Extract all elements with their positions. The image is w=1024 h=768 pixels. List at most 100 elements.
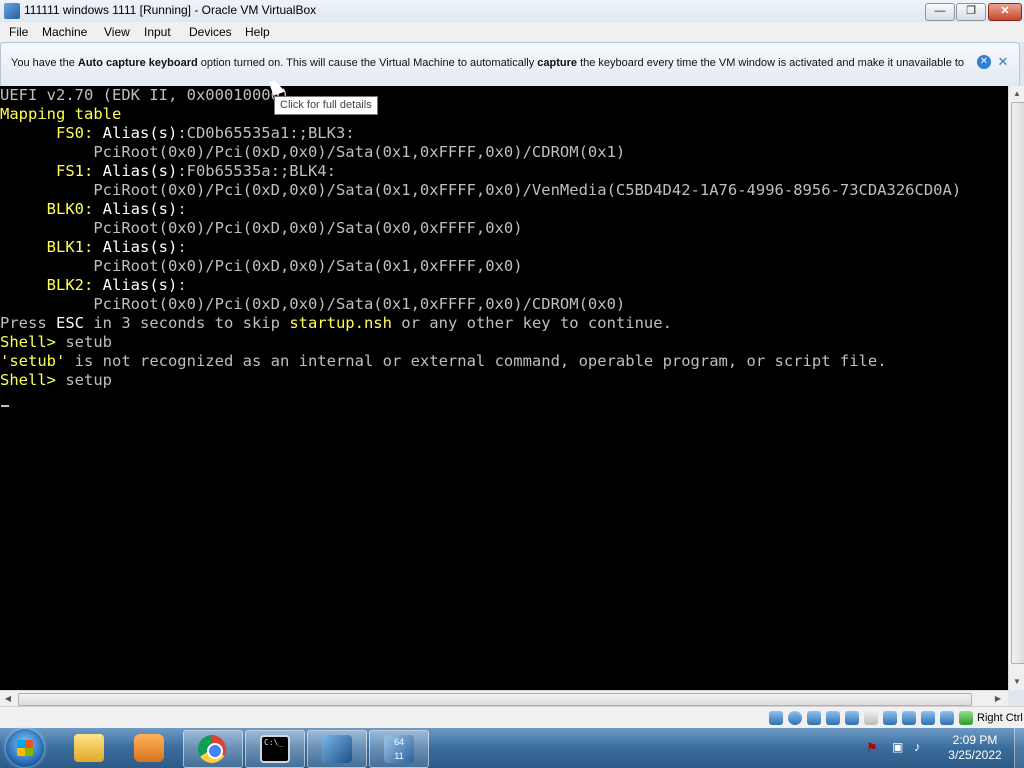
clock-date: 3/25/2022 <box>948 748 1002 762</box>
console-line: UEFI v2.70 (EDK II, 0x00010000) <box>0 86 289 105</box>
network-tray-icon[interactable]: ▣ <box>892 740 908 756</box>
shared-folders-icon[interactable] <box>864 711 878 725</box>
notification-banner[interactable]: You have the Auto capture keyboard optio… <box>0 42 1020 88</box>
menu-machine[interactable]: Machine <box>42 25 87 39</box>
virtualbox-icon <box>322 735 352 763</box>
horizontal-scrollbar[interactable]: ◀ ▶ <box>0 690 1008 707</box>
windows-logo-icon <box>17 740 33 756</box>
menu-help[interactable]: Help <box>245 25 270 39</box>
host-key-label: Right Ctrl <box>977 712 1023 724</box>
console-text: Alias(s) <box>102 124 178 142</box>
taskbar-chrome[interactable] <box>183 730 243 768</box>
audio-icon[interactable] <box>807 711 821 725</box>
console-line: PciRoot(0x0)/Pci(0xD,0x0)/Sata(0x1,0xFFF… <box>0 295 625 314</box>
console-line: PciRoot(0x0)/Pci(0xD,0x0)/Sata(0x1,0xFFF… <box>0 257 523 276</box>
console-line: Shell> setup <box>0 371 112 390</box>
scroll-up-icon[interactable]: ▲ <box>1009 86 1024 102</box>
console-text: startup.nsh <box>289 314 392 332</box>
console-text: FS0: <box>0 124 103 142</box>
console-text: Shell> <box>0 371 66 389</box>
console-line: BLK1: Alias(s): <box>0 238 187 257</box>
menu-input[interactable]: Input <box>144 25 171 39</box>
console-line: Mapping table <box>0 105 121 124</box>
folder-icon <box>74 734 104 762</box>
recording-icon[interactable] <box>902 711 916 725</box>
text-cursor <box>1 405 9 407</box>
scroll-down-icon[interactable]: ▼ <box>1009 674 1024 690</box>
show-desktop-button[interactable] <box>1014 728 1024 768</box>
action-center-flag-icon[interactable]: ⚑ <box>866 740 882 756</box>
console-line: PciRoot(0x0)/Pci(0xD,0x0)/Sata(0x1,0xFFF… <box>0 143 625 162</box>
console-text: Alias(s) <box>102 276 178 294</box>
vertical-scrollbar[interactable]: ▲ ▼ <box>1008 86 1024 690</box>
window-title: 111111 windows 1111 [Running] - Oracle V… <box>24 3 317 17</box>
mouse-integration-icon[interactable] <box>921 711 935 725</box>
virtualbox-icon <box>4 3 20 19</box>
console-line: Shell> setub <box>0 333 112 352</box>
menu-file[interactable]: File <box>9 25 28 39</box>
notification-text-suffix: the keyboard every time the VM window is… <box>577 57 965 69</box>
close-button[interactable]: ✕ <box>988 3 1022 21</box>
console-text: BLK2: <box>0 276 103 294</box>
console-text: Alias(s) <box>102 238 178 256</box>
notification-hide-icon[interactable]: ✕ <box>995 54 1011 70</box>
notification-bold-capture: capture <box>537 57 578 69</box>
usb-icon[interactable] <box>845 711 859 725</box>
notification-bold-auto-capture: Auto capture keyboard <box>77 57 198 69</box>
console-line: BLK2: Alias(s): <box>0 276 187 295</box>
taskbar-vm-window[interactable]: 64 11 <box>369 730 429 768</box>
taskbar-command-prompt[interactable]: C:\_ <box>245 730 305 768</box>
scroll-right-icon[interactable]: ▶ <box>990 691 1006 707</box>
console-text: Shell> <box>0 333 66 351</box>
console-text: : <box>177 238 187 256</box>
console-text: ESC <box>56 314 84 332</box>
start-button[interactable] <box>6 729 44 767</box>
notification-text-prefix: You have the <box>11 57 78 69</box>
status-bar: Right Ctrl <box>0 706 1024 729</box>
menu-view[interactable]: View <box>104 25 130 39</box>
optical-drive-icon[interactable] <box>788 711 802 725</box>
console-text: PciRoot(0x0)/Pci(0xD,0x0)/Sata(0x1,0xFFF… <box>0 257 523 275</box>
display-icon[interactable] <box>883 711 897 725</box>
console-text: : <box>177 276 187 294</box>
console-text: FS1: <box>0 162 103 180</box>
console-text: Alias(s) <box>102 200 178 218</box>
console-line: FS1: Alias(s):F0b65535a:;BLK4: <box>0 162 336 181</box>
console-text: Alias(s) <box>102 162 178 180</box>
console-text: setup <box>65 371 112 389</box>
command-prompt-icon: C:\_ <box>260 735 290 763</box>
cpu-icon[interactable] <box>940 711 954 725</box>
guest-additions-icon[interactable] <box>959 711 973 725</box>
console-text: Mapping table <box>0 105 122 123</box>
notification-text: You have the Auto capture keyboard optio… <box>11 57 971 69</box>
vm-badge: 64 <box>393 737 404 747</box>
console-text: PciRoot(0x0)/Pci(0xD,0x0)/Sata(0x1,0xFFF… <box>0 295 626 313</box>
console-line: FS0: Alias(s):CD0b65535a1:;BLK3: <box>0 124 355 143</box>
network-icon[interactable] <box>826 711 840 725</box>
console-text: is not recognized as an internal or exte… <box>65 352 887 370</box>
minimize-button[interactable]: — <box>925 3 955 21</box>
taskbar: C:\_ 64 11 ⚑ ▣ ♪ 2:09 PM 3/25/2022 <box>0 728 1024 768</box>
notification-text-mid: option turned on. This will cause the Vi… <box>197 57 538 69</box>
menu-devices[interactable]: Devices <box>189 25 232 39</box>
taskbar-media-player[interactable] <box>120 730 178 766</box>
console-text: BLK1: <box>0 238 103 256</box>
volume-icon[interactable]: ♪ <box>914 739 930 755</box>
console-text: or any other key to continue. <box>391 314 672 332</box>
maximize-button[interactable]: ❐ <box>956 3 986 21</box>
console-text: PciRoot(0x0)/Pci(0xD,0x0)/Sata(0x1,0xFFF… <box>0 181 962 199</box>
console-text: : <box>177 200 187 218</box>
console-line: 'setub' is not recognized as an internal… <box>0 352 887 371</box>
console-text: :CD0b65535a1:;BLK3: <box>177 124 355 142</box>
vm-console-screen[interactable]: UEFI v2.70 (EDK II, 0x00010000) Mapping … <box>0 86 1008 690</box>
taskbar-virtualbox[interactable] <box>307 730 367 768</box>
console-line: Press ESC in 3 seconds to skip startup.n… <box>0 314 672 333</box>
vertical-scroll-thumb[interactable] <box>1011 102 1024 664</box>
scroll-left-icon[interactable]: ◀ <box>0 691 16 707</box>
taskbar-explorer[interactable] <box>60 730 118 766</box>
hard-disk-icon[interactable] <box>769 711 783 725</box>
horizontal-scroll-thumb[interactable] <box>18 693 972 706</box>
notification-close-icon[interactable]: ✕ <box>977 55 991 69</box>
vm-badge-sub: 11 <box>394 751 404 761</box>
taskbar-clock[interactable]: 2:09 PM 3/25/2022 <box>940 733 1010 763</box>
